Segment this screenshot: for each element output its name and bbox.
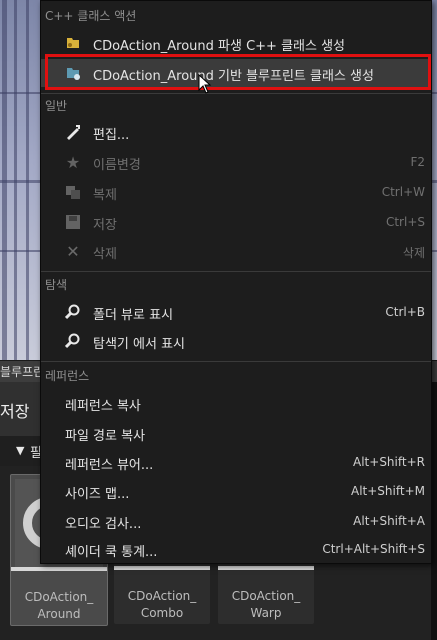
menu-item-reference-viewer[interactable]: 레퍼런스 뷰어... Alt+Shift+R (41, 448, 431, 476)
duplicate-icon (63, 182, 83, 202)
section-header-references: 레퍼런스 (45, 369, 90, 383)
save-icon (63, 212, 83, 232)
asset-name: CDoAction_ Around (24, 590, 94, 621)
menu-item-shader-cook-stats[interactable]: 셰이더 쿡 통계... Ctrl+Alt+Shift+S (41, 535, 431, 563)
menu-item-create-blueprint-class[interactable]: CDoAction_Around 기반 블루프린트 클래스 생성 (41, 59, 431, 87)
asset-color-stripe (218, 566, 314, 570)
section-header-explore: 탐색 (45, 278, 68, 292)
menu-item-create-cpp-class[interactable]: CDoAction_Around 파생 C++ 클래스 생성 (41, 29, 431, 57)
asset-color-stripe (11, 567, 107, 571)
rename-star-icon: ★ (65, 152, 81, 172)
magnifier-icon (63, 331, 83, 351)
blueprint-class-icon (63, 63, 83, 83)
delete-x-icon: ✕ (66, 241, 80, 261)
magnifier-icon (63, 302, 83, 322)
menu-item-rename[interactable]: ★ 이름변경 F2 (41, 148, 431, 176)
separator (41, 93, 431, 94)
menu-item-delete[interactable]: ✕ 삭제 삭제 (41, 237, 431, 265)
menu-item-copy-file-path[interactable]: 파일 경로 복사 (41, 419, 431, 447)
section-header-general: 일반 (45, 99, 68, 113)
menu-item-duplicate[interactable]: 복제 Ctrl+W (41, 178, 431, 206)
menu-item-size-map[interactable]: 사이즈 맵... Alt+Shift+M (41, 477, 431, 505)
save-label[interactable]: 저장 (0, 398, 29, 422)
filter-icon[interactable]: ▼ (16, 444, 24, 457)
edit-icon (63, 122, 83, 142)
menu-item-edit[interactable]: 편집... (41, 118, 431, 146)
menu-item-show-in-folder-view[interactable]: 폴더 뷰로 표시 Ctrl+B (41, 298, 431, 326)
menu-item-save[interactable]: 저장 Ctrl+S (41, 208, 431, 236)
asset-name: CDoAction_ Combo (127, 589, 197, 620)
asset-color-stripe (114, 566, 210, 570)
cpp-class-icon (63, 33, 83, 53)
separator (41, 271, 431, 272)
blueprint-tab-label: 블루프린 (0, 365, 45, 379)
section-header-cpp: C++ 클래스 액션 (45, 9, 137, 23)
mouse-cursor-icon (198, 74, 212, 94)
menu-item-show-in-explorer[interactable]: 탐색기 에서 표시 (41, 327, 431, 355)
asset-name: CDoAction_ Warp (231, 589, 301, 620)
menu-item-copy-reference[interactable]: 레퍼런스 복사 (41, 389, 431, 417)
context-menu: C++ 클래스 액션 CDoAction_Around 파생 C++ 클래스 생… (40, 0, 432, 564)
separator (41, 361, 431, 362)
menu-item-audit-assets[interactable]: 오디오 검사... Alt+Shift+A (41, 507, 431, 535)
